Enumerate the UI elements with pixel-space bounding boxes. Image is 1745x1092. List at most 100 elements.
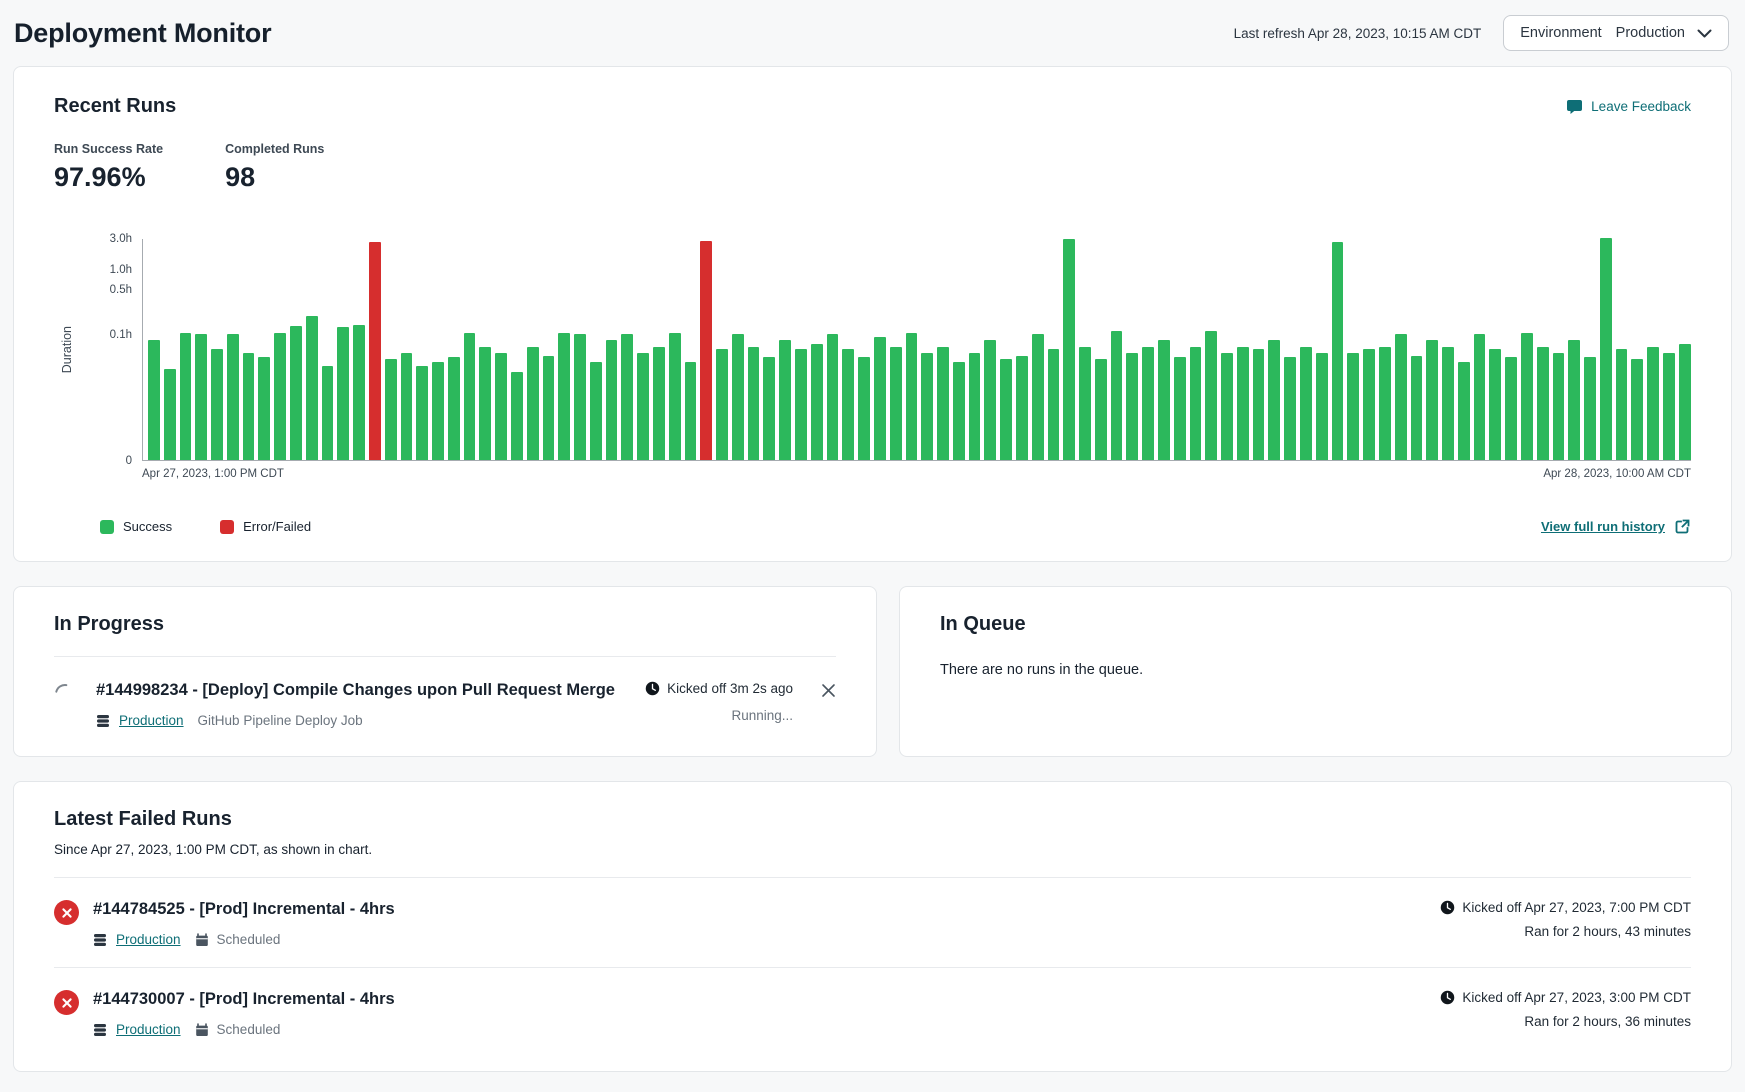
run-bar-success[interactable]: [1426, 340, 1438, 460]
run-bar-success[interactable]: [1253, 349, 1265, 460]
run-bar-success[interactable]: [1190, 347, 1202, 460]
run-bar-success[interactable]: [1663, 353, 1675, 460]
run-bar-success[interactable]: [353, 325, 365, 460]
run-bar-success[interactable]: [1647, 347, 1659, 460]
run-bar-success[interactable]: [1458, 362, 1470, 460]
run-bar-success[interactable]: [543, 356, 555, 460]
run-bar-success[interactable]: [1316, 353, 1328, 460]
run-bar-success[interactable]: [558, 333, 570, 460]
run-bar-success[interactable]: [890, 347, 902, 460]
run-bar-success[interactable]: [195, 334, 207, 460]
run-bar-success[interactable]: [1016, 356, 1028, 460]
run-bar-success[interactable]: [1205, 331, 1217, 460]
run-bar-success[interactable]: [1568, 340, 1580, 460]
run-bar-success[interactable]: [1300, 347, 1312, 460]
run-bar-success[interactable]: [669, 333, 681, 460]
run-bar-success[interactable]: [984, 340, 996, 460]
run-bar-success[interactable]: [1679, 344, 1691, 460]
run-bar-success[interactable]: [337, 327, 349, 460]
run-bar-success[interactable]: [1126, 353, 1138, 460]
run-bar-success[interactable]: [322, 366, 334, 460]
run-bar-success[interactable]: [621, 334, 633, 460]
run-bar-success[interactable]: [1442, 347, 1454, 460]
run-bar-success[interactable]: [164, 369, 176, 460]
run-bar-success[interactable]: [1584, 357, 1596, 460]
run-bar-success[interactable]: [795, 349, 807, 460]
run-bar-success[interactable]: [590, 362, 602, 460]
run-bar-success[interactable]: [401, 353, 413, 460]
run-bar-success[interactable]: [1158, 340, 1170, 460]
run-bar-success[interactable]: [211, 349, 223, 460]
run-bar-success[interactable]: [969, 353, 981, 460]
environment-link[interactable]: Production: [119, 713, 184, 728]
run-bar-success[interactable]: [874, 337, 886, 460]
run-bar-success[interactable]: [1537, 347, 1549, 460]
run-bar-success[interactable]: [1221, 353, 1233, 460]
run-bar-success[interactable]: [495, 353, 507, 460]
run-bar-success[interactable]: [1505, 357, 1517, 460]
run-bar-success[interactable]: [811, 344, 823, 460]
run-bar-success[interactable]: [637, 353, 649, 460]
environment-link[interactable]: Production: [116, 1022, 181, 1037]
run-bar-success[interactable]: [1237, 347, 1249, 460]
run-bar-success[interactable]: [937, 347, 949, 460]
run-bar-success[interactable]: [685, 362, 697, 460]
run-bar-success[interactable]: [1631, 359, 1643, 460]
run-bar-success[interactable]: [1268, 340, 1280, 460]
run-bar-success[interactable]: [716, 349, 728, 460]
run-bar-success[interactable]: [290, 326, 302, 460]
run-bar-success[interactable]: [1411, 356, 1423, 460]
run-bar-success[interactable]: [1142, 347, 1154, 460]
run-bar-success[interactable]: [1347, 353, 1359, 460]
run-bar-success[interactable]: [1284, 357, 1296, 460]
run-bar-success[interactable]: [385, 359, 397, 460]
run-bar-success[interactable]: [448, 357, 460, 460]
run-bar-success[interactable]: [921, 353, 933, 460]
run-bar-success[interactable]: [1174, 357, 1186, 460]
run-bar-success[interactable]: [511, 372, 523, 460]
run-bar-success[interactable]: [416, 366, 428, 460]
run-bar-success[interactable]: [1332, 242, 1344, 460]
run-bar-success[interactable]: [748, 347, 760, 460]
run-bar-success[interactable]: [1521, 333, 1533, 460]
run-bar-success[interactable]: [1111, 331, 1123, 460]
run-bar-success[interactable]: [842, 349, 854, 460]
run-bar-success[interactable]: [306, 316, 318, 460]
run-bar-success[interactable]: [858, 357, 870, 460]
environment-link[interactable]: Production: [116, 932, 181, 947]
run-bar-success[interactable]: [1000, 359, 1012, 460]
run-bar-success[interactable]: [1553, 353, 1565, 460]
run-bar-success[interactable]: [1063, 239, 1075, 460]
run-bar-success[interactable]: [827, 334, 839, 460]
run-bar-success[interactable]: [258, 357, 270, 460]
run-bar-success[interactable]: [653, 347, 665, 460]
run-bar-success[interactable]: [606, 340, 618, 460]
run-bar-success[interactable]: [432, 362, 444, 460]
run-bar-success[interactable]: [1032, 334, 1044, 460]
leave-feedback-link[interactable]: Leave Feedback: [1566, 99, 1691, 115]
close-icon[interactable]: [821, 683, 836, 703]
run-bar-success[interactable]: [180, 333, 192, 460]
run-bar-success[interactable]: [227, 334, 239, 460]
run-bar-success[interactable]: [1600, 238, 1612, 460]
run-bar-success[interactable]: [1379, 347, 1391, 460]
environment-dropdown[interactable]: Environment Production: [1503, 15, 1729, 51]
run-bar-success[interactable]: [1616, 349, 1628, 460]
run-bar-success[interactable]: [1048, 349, 1060, 460]
run-bar-success[interactable]: [148, 340, 160, 460]
run-bar-failed[interactable]: [700, 241, 712, 460]
run-bar-success[interactable]: [243, 353, 255, 460]
run-bar-success[interactable]: [1395, 334, 1407, 460]
run-bar-success[interactable]: [1474, 334, 1486, 460]
run-bar-success[interactable]: [1095, 359, 1107, 460]
run-bar-success[interactable]: [1079, 347, 1091, 460]
run-bar-success[interactable]: [464, 333, 476, 460]
run-bar-failed[interactable]: [369, 242, 381, 460]
run-bar-success[interactable]: [906, 333, 918, 460]
run-bar-success[interactable]: [763, 357, 775, 460]
run-bar-success[interactable]: [274, 333, 286, 460]
run-bar-success[interactable]: [779, 340, 791, 460]
run-bar-success[interactable]: [732, 334, 744, 460]
run-bar-success[interactable]: [1363, 349, 1375, 460]
run-bar-success[interactable]: [953, 362, 965, 460]
